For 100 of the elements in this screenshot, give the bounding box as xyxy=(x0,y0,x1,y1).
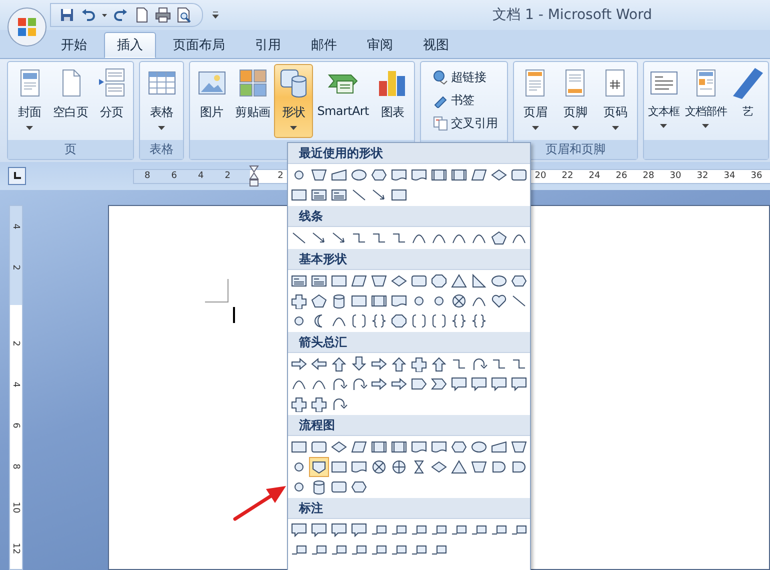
up-arrow-icon xyxy=(430,356,448,372)
tab-stop-icon xyxy=(12,171,22,181)
slanted-bar-icon xyxy=(732,67,764,99)
ruler-number: 8 xyxy=(144,170,152,182)
slanted-top-icon xyxy=(490,439,508,455)
menu-section-header: 基本形状 xyxy=(288,249,530,270)
hexagon-icon xyxy=(510,273,528,289)
document-icon xyxy=(410,167,428,183)
document-icon xyxy=(390,293,408,309)
ribbon-tab[interactable]: 审阅 xyxy=(354,32,406,58)
ribbon-tab[interactable]: 插入 xyxy=(104,32,156,58)
trapezoid-icon xyxy=(370,273,388,289)
braces-icon xyxy=(470,313,488,329)
trapezoid-icon xyxy=(310,167,328,183)
ruler-number: 30 xyxy=(668,170,682,182)
tab-stop-selector-button[interactable] xyxy=(8,167,26,185)
ribbon-button[interactable]: 表格 xyxy=(142,64,182,138)
shape-option[interactable] xyxy=(309,457,329,477)
ribbon-tab[interactable]: 引用 xyxy=(242,32,294,58)
speech-callout-icon xyxy=(470,376,488,392)
ribbon-tab[interactable]: 页面布局 xyxy=(160,32,238,58)
ribbon-button[interactable]: 分页 xyxy=(92,64,132,138)
ribbon-button[interactable]: 空白页 xyxy=(50,64,92,138)
group-label: 表格 xyxy=(140,140,184,159)
line-icon xyxy=(510,293,528,309)
speech-callout-icon xyxy=(330,522,348,538)
ribbon-tab[interactable]: 邮件 xyxy=(298,32,350,58)
pentagon-icon xyxy=(490,230,508,246)
right-arrow-icon xyxy=(370,376,388,392)
ruler-number: 4 xyxy=(10,380,22,390)
trapezoid-icon xyxy=(470,459,488,475)
octagon-icon xyxy=(430,273,448,289)
ruler-number: 6 xyxy=(170,170,178,182)
parallelogram-icon xyxy=(350,439,368,455)
menu-section-header: 标注 xyxy=(288,498,530,519)
ribbon-button[interactable]: 形状 xyxy=(274,64,314,138)
ribbon-button[interactable]: 封面 xyxy=(10,64,49,138)
ruler-number: 2 xyxy=(10,340,22,348)
up-arrow-icon xyxy=(390,356,408,372)
slanted-top-icon xyxy=(330,167,348,183)
rectangle-icon xyxy=(330,273,348,289)
ribbon-button[interactable]: 页眉 xyxy=(516,64,555,138)
printer-icon[interactable] xyxy=(155,7,171,23)
diamond-icon xyxy=(430,459,448,475)
menu-section-header: 箭头总汇 xyxy=(288,332,530,353)
brackets-icon xyxy=(430,313,448,329)
new-document-icon[interactable] xyxy=(134,7,150,23)
ruler-number: 32 xyxy=(696,170,710,182)
rectangle-icon xyxy=(290,439,308,455)
ribbon-button[interactable]: 交叉引用 xyxy=(428,112,501,134)
ribbon-tab[interactable]: 视图 xyxy=(410,32,462,58)
cross-icon xyxy=(290,293,308,309)
triangle-icon xyxy=(450,273,468,289)
ribbon-button[interactable]: 剪贴画 xyxy=(232,64,274,138)
diamond-icon xyxy=(390,273,408,289)
hexagon-icon xyxy=(450,439,468,455)
rectangle-icon xyxy=(350,293,368,309)
ribbon-button[interactable]: 艺 xyxy=(730,64,766,138)
diamond-icon xyxy=(490,167,508,183)
ribbon-button[interactable]: 页码 xyxy=(596,64,635,138)
document-icon xyxy=(390,167,408,183)
ruler-number: 6 xyxy=(10,422,22,430)
ribbon-button[interactable]: 书签 xyxy=(428,89,501,111)
speech-callout-icon xyxy=(350,522,368,538)
parallelogram-icon xyxy=(350,273,368,289)
chevron-icon xyxy=(430,376,448,392)
ruler-number: 24 xyxy=(588,170,602,182)
heart-icon xyxy=(490,293,508,309)
ruler-number: 4 xyxy=(10,222,22,232)
ruler-number: 12 xyxy=(10,542,22,554)
ribbon-button[interactable]: 页脚 xyxy=(556,64,595,138)
ruler-number: 34 xyxy=(722,170,736,182)
pentagon-icon xyxy=(310,293,328,309)
pointer-box-icon xyxy=(310,459,328,475)
ribbon-button[interactable]: 文档部件 xyxy=(682,64,729,138)
right-arrow-icon xyxy=(370,356,388,372)
ruler-number: 28 xyxy=(642,170,656,182)
document-icon xyxy=(410,439,428,455)
right-arrow-icon xyxy=(390,376,408,392)
delay-icon xyxy=(510,459,528,475)
undo-icon[interactable] xyxy=(80,7,96,23)
menu-section-header: 流程图 xyxy=(288,415,530,436)
text-cursor xyxy=(233,307,235,323)
ribbon-button[interactable]: 文本框 xyxy=(646,64,682,138)
ribbon-tab[interactable]: 开始 xyxy=(48,32,100,58)
print-preview-icon[interactable] xyxy=(176,7,192,23)
ruler-number: 26 xyxy=(614,170,628,182)
speech-callout-icon xyxy=(290,522,308,538)
ribbon-button[interactable]: 超链接 xyxy=(428,66,501,88)
down-arrow-icon xyxy=(350,356,368,372)
redo-icon[interactable] xyxy=(113,7,129,23)
rectangle-icon xyxy=(290,187,308,203)
ribbon-button[interactable]: 图表 xyxy=(372,64,412,138)
rectangle-icon xyxy=(330,459,348,475)
octagon-icon xyxy=(390,313,408,329)
indent-marker-icon[interactable] xyxy=(249,165,259,187)
ribbon-button[interactable]: SmartArt xyxy=(314,64,372,138)
save-icon[interactable] xyxy=(59,7,75,23)
ribbon-button[interactable]: 图片 xyxy=(192,64,232,138)
rectangle-icon xyxy=(390,187,408,203)
